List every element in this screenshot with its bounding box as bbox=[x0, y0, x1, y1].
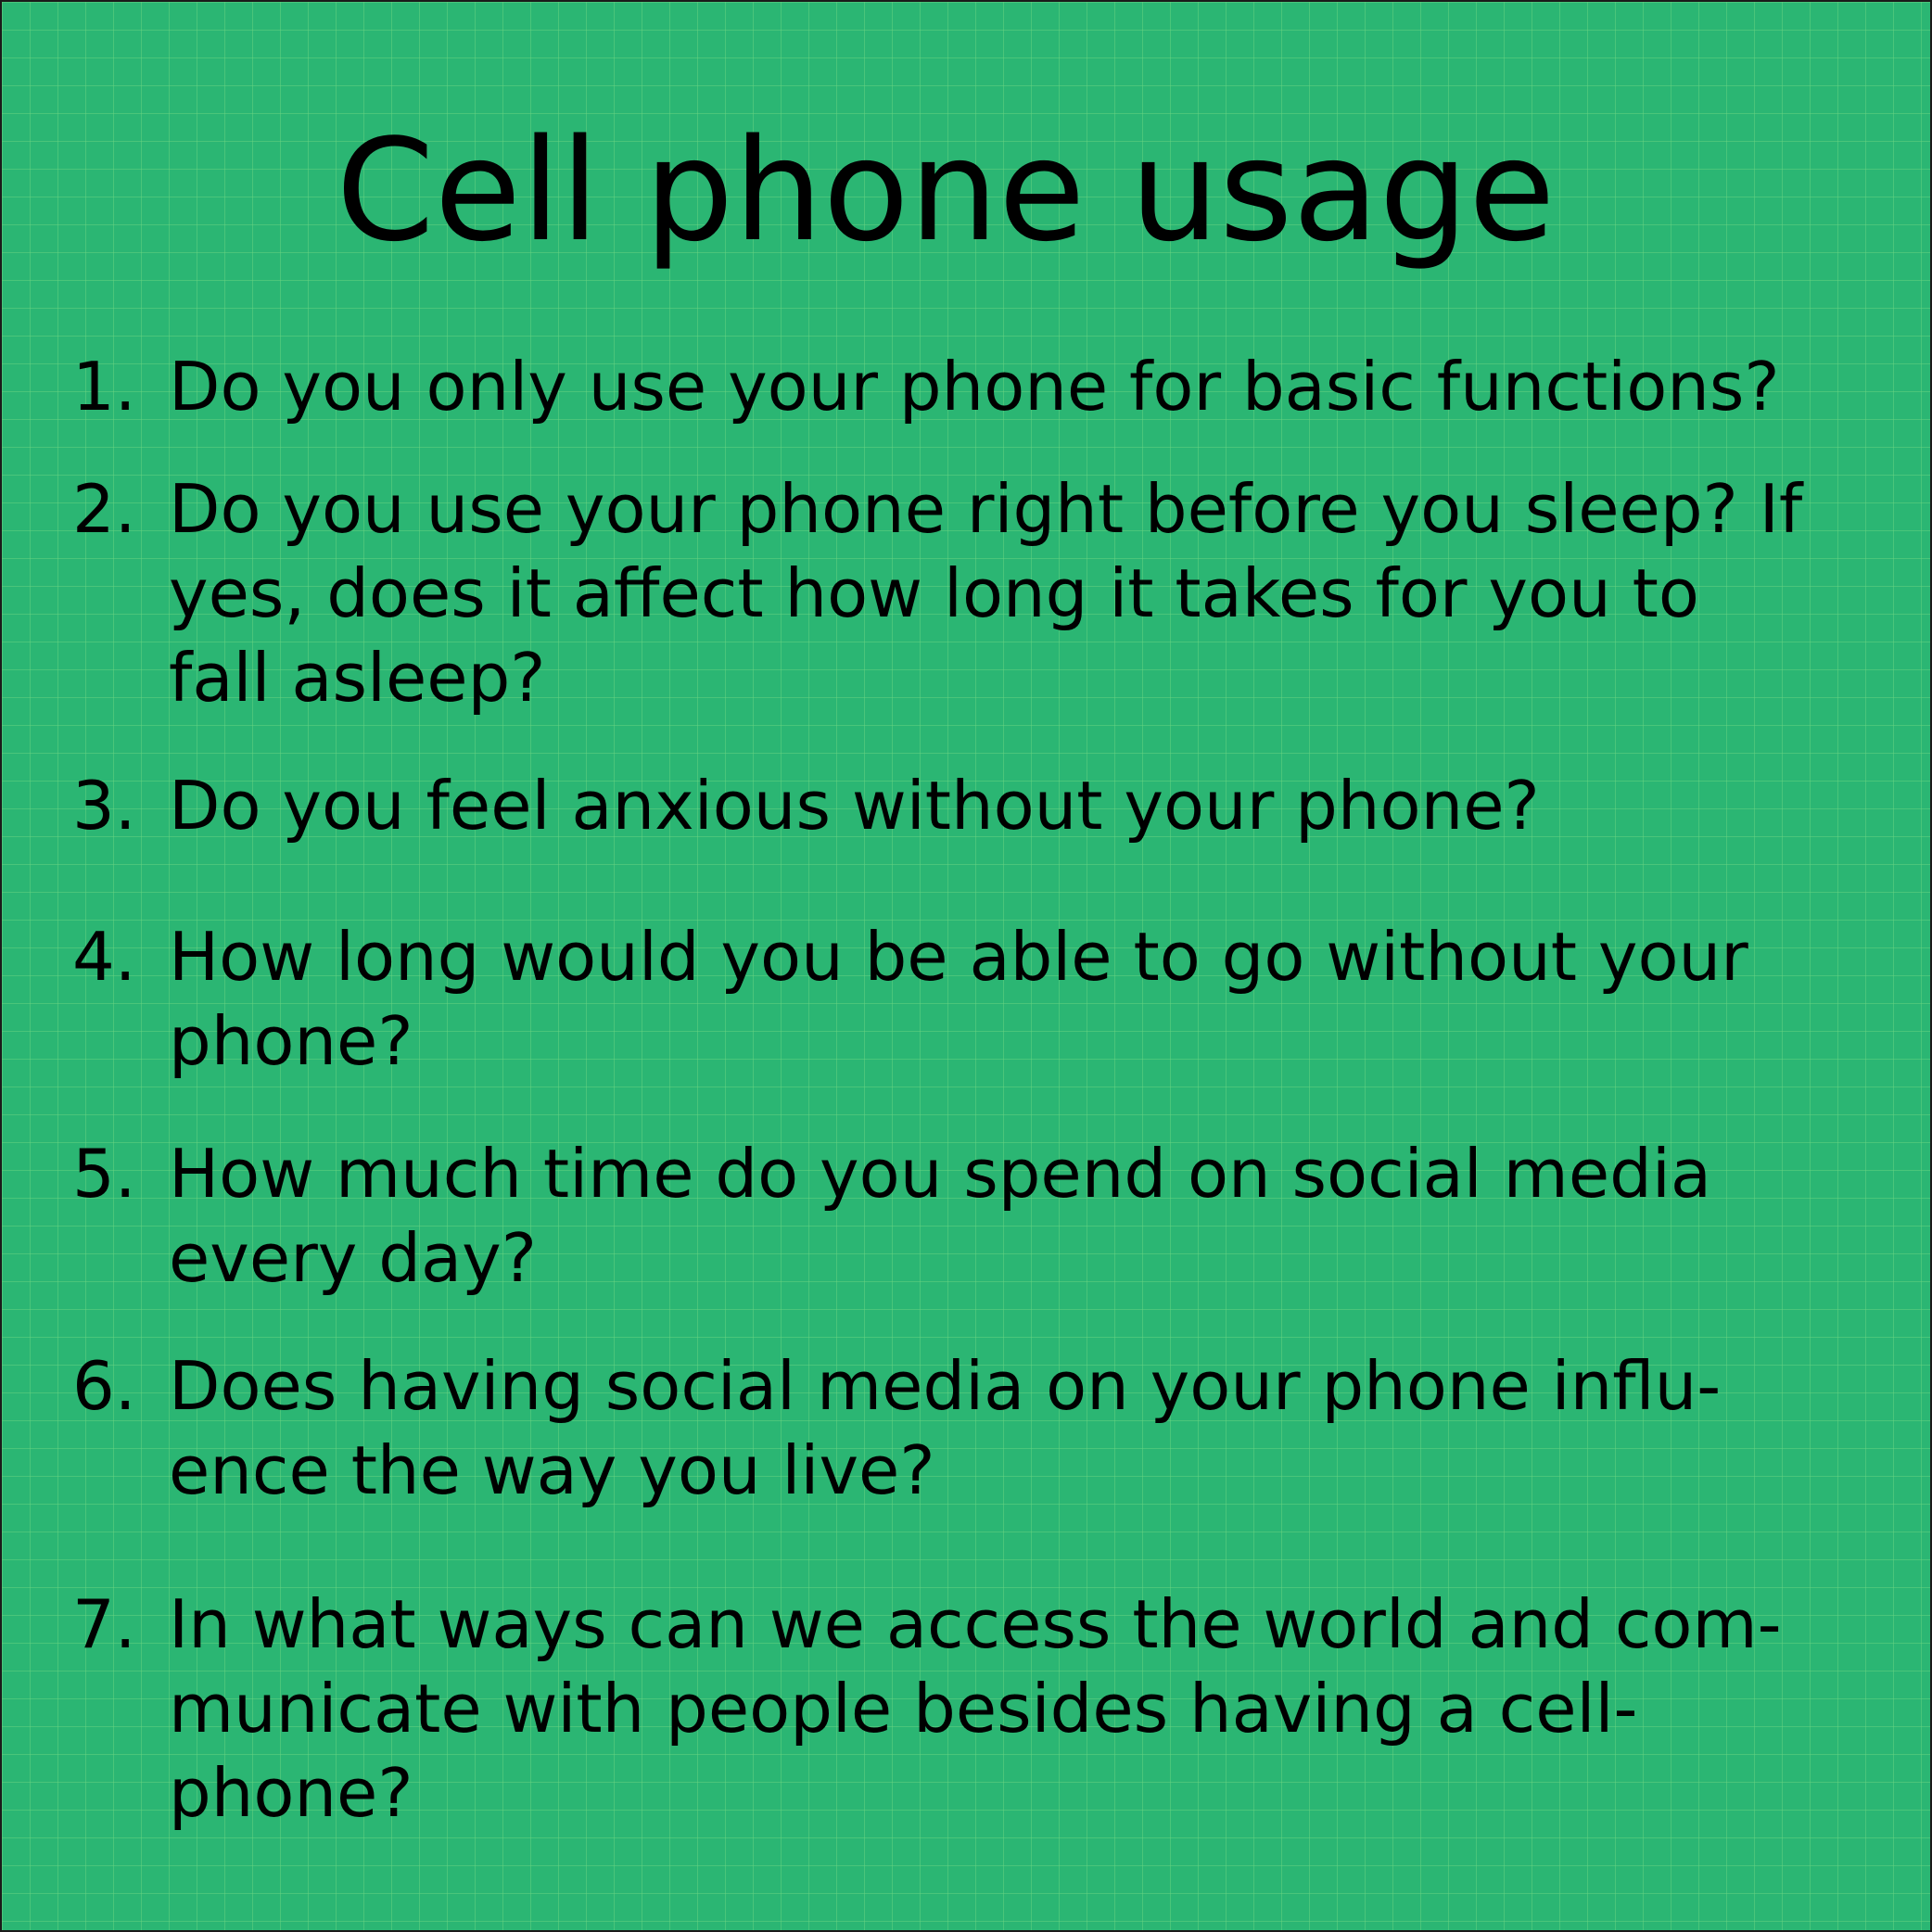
question-line: ence the way you live? bbox=[169, 1431, 935, 1509]
question-line: Do you use your phone right before you s… bbox=[169, 470, 1803, 548]
question-text: Do you only use your phone for basic fun… bbox=[169, 345, 1819, 429]
question-item-5: 5. How much time do you spend on social … bbox=[72, 1132, 1815, 1301]
question-number: 6. bbox=[72, 1347, 136, 1425]
question-line: phone? bbox=[169, 1002, 413, 1080]
question-number: 2. bbox=[72, 470, 136, 548]
question-item-2: 2. Do you use your phone right before yo… bbox=[72, 467, 1815, 720]
question-number: 4. bbox=[72, 918, 136, 996]
question-text: Do you feel anxious without your phone? bbox=[169, 764, 1819, 848]
question-item-3: 3. Do you feel anxious without your phon… bbox=[72, 764, 1815, 848]
question-text: In what ways can we access the world and… bbox=[169, 1582, 1819, 1836]
question-text: Do you use your phone right before you s… bbox=[169, 467, 1819, 720]
question-item-1: 1. Do you only use your phone for basic … bbox=[72, 345, 1815, 429]
question-line: Do you only use your phone for basic fun… bbox=[169, 348, 1780, 426]
question-number: 1. bbox=[72, 348, 136, 426]
question-line: Does having social media on your phone i… bbox=[169, 1347, 1722, 1425]
slide: Cell phone usage 1. Do you only use your… bbox=[0, 0, 1932, 1932]
question-text: Does having social media on your phone i… bbox=[169, 1344, 1819, 1513]
page-title: Cell phone usage bbox=[336, 108, 1556, 273]
question-text: How long would you be able to go without… bbox=[169, 915, 1819, 1084]
question-number: 7. bbox=[72, 1585, 136, 1663]
question-line: How long would you be able to go without… bbox=[169, 918, 1748, 996]
question-line: every day? bbox=[169, 1219, 537, 1297]
question-line: yes, does it affect how long it takes fo… bbox=[169, 554, 1699, 632]
question-item-6: 6. Does having social media on your phon… bbox=[72, 1344, 1815, 1513]
question-line: fall asleep? bbox=[169, 639, 546, 717]
question-line: In what ways can we access the world and… bbox=[169, 1585, 1782, 1663]
question-number: 5. bbox=[72, 1135, 136, 1213]
question-item-4: 4. How long would you be able to go with… bbox=[72, 915, 1815, 1084]
question-text: How much time do you spend on social med… bbox=[169, 1132, 1819, 1301]
question-line: Do you feel anxious without your phone? bbox=[169, 767, 1540, 845]
question-line: municate with people besides having a ce… bbox=[169, 1670, 1638, 1748]
question-line: How much time do you spend on social med… bbox=[169, 1135, 1711, 1213]
question-line: phone? bbox=[169, 1754, 413, 1832]
question-number: 3. bbox=[72, 767, 136, 845]
question-item-7: 7. In what ways can we access the world … bbox=[72, 1582, 1815, 1836]
